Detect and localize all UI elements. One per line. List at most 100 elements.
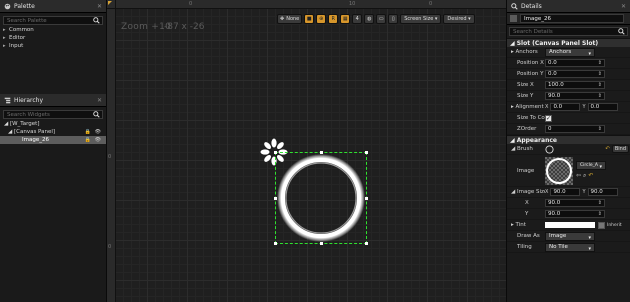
- resize-handle[interactable]: [365, 197, 368, 200]
- position-y-row: Position Y 0.0 ⇕: [507, 69, 630, 80]
- use-selected-icon[interactable]: ⇦: [576, 172, 581, 180]
- appearance-section-label: ◢ Appearance: [510, 136, 557, 144]
- hierarchy-tab[interactable]: Hierarchy ✕: [0, 94, 106, 107]
- details-tab[interactable]: Details ✕: [507, 0, 630, 13]
- anchors-dropdown[interactable]: Anchors ▾: [545, 47, 595, 57]
- palette-category-item[interactable]: ▸ Editor: [0, 34, 106, 42]
- pin-toggle-button[interactable]: ⊕: [316, 13, 327, 24]
- transform-none-button[interactable]: ✥ None: [277, 13, 303, 24]
- details-search-placeholder: Search Details: [513, 28, 553, 35]
- tiling-dropdown[interactable]: No Tile ▾: [545, 242, 595, 252]
- left-ruler: 0 0: [107, 9, 116, 302]
- resize-handle[interactable]: [274, 197, 277, 200]
- screen-size-dropdown[interactable]: Screen Size ▾: [400, 13, 442, 24]
- image-asset-dropdown[interactable]: Circle_A ▾: [576, 161, 606, 170]
- close-icon[interactable]: ✕: [621, 3, 626, 10]
- resize-handle[interactable]: [320, 242, 323, 245]
- brush-label: ◢ Brush: [511, 146, 533, 152]
- grid-toggle-button[interactable]: ▦: [340, 13, 351, 24]
- zorder-input[interactable]: 0 ⇕: [545, 125, 605, 133]
- locale-icon: R: [331, 15, 335, 22]
- palette-category-item[interactable]: ▸ Input: [0, 42, 106, 50]
- size-x-label: Size X: [517, 82, 534, 88]
- camera-button[interactable]: ▭: [376, 13, 387, 24]
- selected-image-widget[interactable]: [274, 151, 368, 245]
- reset-icon[interactable]: ↶: [605, 146, 610, 152]
- details-search-input[interactable]: Search Details: [509, 27, 628, 36]
- palette-category-item[interactable]: ▸ Common: [0, 26, 106, 34]
- image-asset-name: Circle_A: [580, 163, 598, 168]
- size-y-input[interactable]: 90.0 ⇕: [545, 92, 605, 100]
- circle-image: [277, 154, 365, 242]
- browse-icon[interactable]: ⌕: [583, 172, 586, 180]
- zorder-row: ZOrder 0 ⇕: [507, 124, 630, 135]
- palette-tab[interactable]: Palette ✕: [0, 0, 106, 13]
- image-thumbnail[interactable]: [545, 156, 573, 185]
- image-widget-icon: [510, 15, 517, 22]
- palette-category-list: ▸ Common ▸ Editor ▸ Input: [0, 26, 106, 50]
- image-size-x-input[interactable]: 90.0: [550, 188, 581, 196]
- resize-handle[interactable]: [274, 242, 277, 245]
- hierarchy-row[interactable]: Image_26 🔒 👁: [0, 136, 106, 144]
- size-x-row: Size X 100.0 ⇕: [507, 80, 630, 91]
- resize-handle[interactable]: [320, 151, 323, 154]
- close-icon[interactable]: ✕: [97, 3, 102, 10]
- spin-arrows-icon: ⇕: [597, 71, 602, 77]
- designer-viewport[interactable]: 0 10 0 0 0 Zoom +10 -87 x -26 ✥ None ■ ⊕…: [107, 0, 506, 302]
- alignment-y-input[interactable]: 0.0: [587, 103, 618, 111]
- move-icon: ✥: [280, 15, 285, 22]
- size-x-input[interactable]: 100.0 ⇕: [545, 81, 605, 89]
- top-ruler: 0 10 0: [107, 0, 506, 9]
- close-icon[interactable]: ✕: [97, 97, 102, 104]
- alignment-x-input[interactable]: 0.0: [550, 103, 581, 111]
- layout-toggle-button[interactable]: ■: [304, 13, 315, 24]
- device-button[interactable]: ▯: [388, 13, 399, 24]
- none-label: None: [286, 15, 300, 22]
- inherit-label: Inherit: [607, 222, 622, 228]
- image-size-y-input[interactable]: 90.0: [587, 188, 618, 196]
- asset-buttons: ⇦ ⌕ ↶: [576, 172, 606, 180]
- tiling-label: Tiling: [517, 244, 532, 250]
- hierarchy-row[interactable]: ◢ [W_Target]: [0, 120, 106, 128]
- locale-toggle-button[interactable]: R: [328, 13, 339, 24]
- inherit-checkbox[interactable]: [598, 221, 605, 229]
- position-x-input[interactable]: 0.0 ⇕: [545, 59, 605, 67]
- appearance-section-header[interactable]: ◢ Appearance: [507, 135, 630, 144]
- resize-handle[interactable]: [365, 151, 368, 154]
- position-y-input[interactable]: 0.0 ⇕: [545, 70, 605, 78]
- size-to-content-checkbox[interactable]: ✓: [545, 114, 552, 122]
- image-asset-controls: Circle_A ▾ ⇦ ⌕ ↶: [576, 161, 606, 180]
- ruler-tick: 0: [108, 154, 112, 160]
- resize-handle[interactable]: [365, 242, 368, 245]
- hierarchy-tree: ◢ [W_Target] ◢ [Canvas Panel] 🔒 👁 Image_26 🔒…: [0, 120, 106, 144]
- slot-section-header[interactable]: ◢ Slot (Canvas Panel Slot): [507, 38, 630, 47]
- palette-search-input[interactable]: Search Palette: [3, 16, 103, 25]
- reset-icon[interactable]: ↶: [588, 172, 593, 180]
- spin-arrows-icon: ⇕: [597, 126, 602, 132]
- palette-icon: [4, 3, 11, 9]
- image-size-label: ◢ Image Size: [511, 189, 545, 195]
- fill-mode-dropdown[interactable]: Desired ▾: [443, 13, 475, 24]
- globe-button[interactable]: ◍: [364, 13, 375, 24]
- grid-size-button[interactable]: 4: [352, 13, 363, 24]
- image-size-x-value: 90.0: [553, 189, 566, 195]
- anchors-row: ▸ Anchors Anchors ▾: [507, 47, 630, 58]
- lock-visibility-icons[interactable]: 🔒 👁: [85, 137, 102, 143]
- resize-handle[interactable]: [274, 151, 277, 154]
- tint-color-swatch[interactable]: [545, 222, 595, 228]
- y-input[interactable]: 90.0 ⇕: [545, 210, 605, 218]
- hierarchy-row-label: Image_26: [22, 137, 49, 143]
- widget-search-input[interactable]: Search Widgets: [3, 110, 103, 119]
- lock-visibility-icons[interactable]: 🔒 👁: [85, 129, 102, 135]
- image-row: Image Circle_A ▾ ⇦ ⌕ ↶: [507, 155, 630, 187]
- chevron-down-icon: ▾: [588, 50, 591, 57]
- hierarchy-row[interactable]: ◢ [Canvas Panel] 🔒 👁: [0, 128, 106, 136]
- widget-name-input[interactable]: Image_26: [520, 14, 624, 23]
- draw-as-dropdown[interactable]: Image ▾: [545, 231, 595, 241]
- size-y-row: Size Y 90.0 ⇕: [507, 91, 630, 102]
- search-icon: [93, 17, 100, 24]
- x-input[interactable]: 90.0 ⇕: [545, 199, 605, 207]
- hierarchy-icon: [4, 97, 11, 103]
- palette-tab-label: Palette: [14, 2, 35, 10]
- bind-button[interactable]: Bind: [611, 145, 629, 153]
